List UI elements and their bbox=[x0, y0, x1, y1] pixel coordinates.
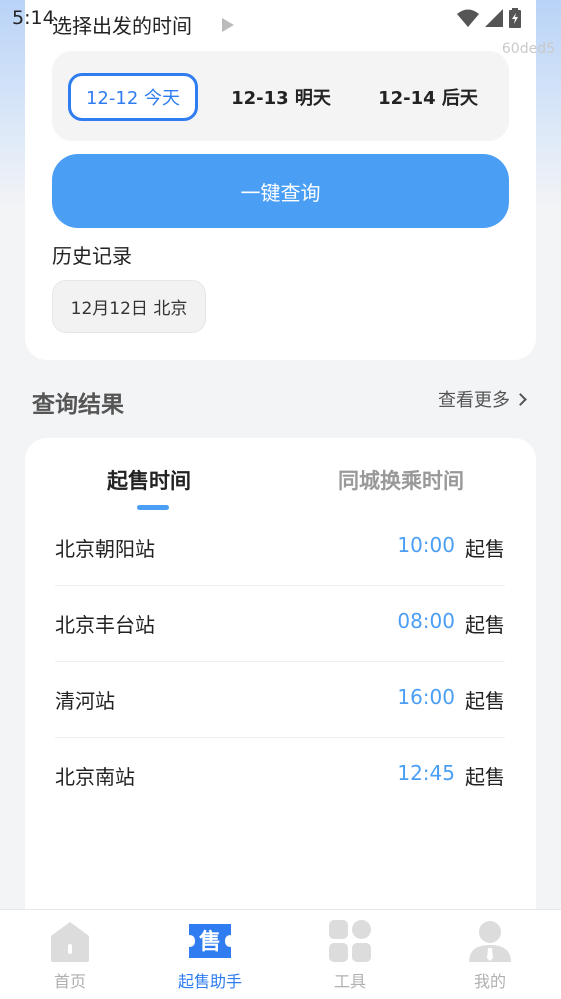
play-icon[interactable] bbox=[222, 18, 234, 32]
sale-time: 12:45 bbox=[397, 761, 455, 785]
station-name: 北京朝阳站 bbox=[55, 537, 155, 561]
view-more-link[interactable]: 查看更多 bbox=[438, 386, 527, 412]
date-option-tomorrow[interactable]: 12-13 明天 bbox=[216, 73, 346, 121]
nav-mine-label: 我的 bbox=[473, 972, 506, 991]
nav-home-label: 首页 bbox=[53, 972, 86, 991]
status-time: 5:14 bbox=[12, 7, 55, 29]
wifi-icon bbox=[457, 9, 479, 27]
watermark: 60ded5 bbox=[501, 41, 555, 57]
departure-title: 选择出发的时间 bbox=[52, 14, 192, 38]
result-row[interactable]: 北京南站 12:45 起售 bbox=[55, 738, 505, 814]
grid-icon bbox=[329, 920, 371, 962]
date-option-today[interactable]: 12-12 今天 bbox=[68, 73, 198, 121]
sale-label: 起售 bbox=[465, 765, 505, 789]
result-row[interactable]: 北京朝阳站 10:00 起售 bbox=[55, 510, 505, 586]
history-title: 历史记录 bbox=[52, 244, 132, 268]
status-icons bbox=[457, 8, 521, 28]
ticket-icon: 售 bbox=[189, 924, 231, 958]
sale-label: 起售 bbox=[465, 613, 505, 637]
nav-tools[interactable]: 工具 bbox=[300, 910, 400, 999]
chevron-right-icon bbox=[514, 392, 527, 406]
user-icon bbox=[469, 921, 511, 962]
signal-icon bbox=[485, 9, 503, 27]
sale-time: 08:00 bbox=[397, 609, 455, 633]
nav-sale-assistant-label: 起售助手 bbox=[177, 972, 242, 991]
station-name: 北京丰台站 bbox=[55, 613, 155, 637]
station-name: 北京南站 bbox=[55, 765, 135, 789]
bottom-nav: 首页 售 起售助手 工具 我的 bbox=[0, 909, 561, 999]
query-button[interactable]: 一键查询 bbox=[52, 154, 509, 228]
view-more-label: 查看更多 bbox=[438, 390, 510, 411]
nav-sale-assistant[interactable]: 售 起售助手 bbox=[160, 910, 260, 999]
date-selector: 12-12 今天 12-13 明天 12-14 后天 bbox=[52, 51, 509, 141]
results-title: 查询结果 bbox=[32, 392, 124, 418]
sale-time: 10:00 bbox=[397, 533, 455, 557]
nav-mine[interactable]: 我的 bbox=[440, 910, 540, 999]
sale-time: 16:00 bbox=[397, 685, 455, 709]
battery-icon bbox=[509, 8, 521, 28]
date-option-day-after[interactable]: 12-14 后天 bbox=[363, 73, 493, 121]
result-row[interactable]: 北京丰台站 08:00 起售 bbox=[55, 586, 505, 662]
station-name: 清河站 bbox=[55, 689, 115, 713]
svg-text:售: 售 bbox=[199, 929, 221, 955]
tab-transfer-time[interactable]: 同城换乘时间 bbox=[338, 465, 464, 495]
nav-home[interactable]: 首页 bbox=[20, 910, 120, 999]
home-icon bbox=[51, 922, 89, 962]
sale-label: 起售 bbox=[465, 537, 505, 561]
nav-tools-label: 工具 bbox=[333, 972, 366, 991]
history-chip[interactable]: 12月12日 北京 bbox=[52, 280, 206, 333]
sale-label: 起售 bbox=[465, 689, 505, 713]
tab-sale-time[interactable]: 起售时间 bbox=[107, 465, 191, 495]
result-row[interactable]: 清河站 16:00 起售 bbox=[55, 662, 505, 738]
